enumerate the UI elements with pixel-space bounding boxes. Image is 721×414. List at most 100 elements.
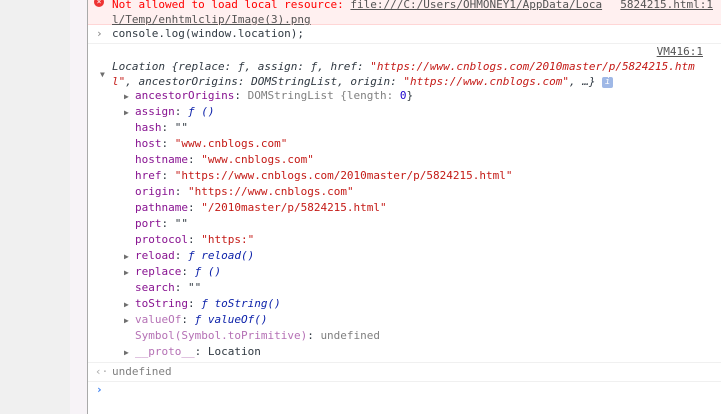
expand-triangle-icon[interactable]: ▶ xyxy=(124,249,135,265)
colon: : xyxy=(161,217,175,230)
colon: : xyxy=(194,345,208,358)
error-icon: × xyxy=(94,0,104,7)
prop-value: ƒ toString() xyxy=(201,297,281,310)
prop-key: pathname xyxy=(135,201,188,214)
expand-triangle-icon[interactable]: ▼ xyxy=(100,67,111,83)
colon: : xyxy=(187,233,202,246)
result-text: undefined xyxy=(112,365,172,378)
colon: : xyxy=(174,185,188,198)
prop-valueOf[interactable]: ▶ valueOf: ƒ valueOf() xyxy=(124,312,267,329)
prop-value: "https:" xyxy=(201,233,255,246)
command-text: console.log(window.location); xyxy=(112,27,305,40)
prop-hash: hash: "" xyxy=(135,120,188,136)
prop-assign[interactable]: ▶ assign: ƒ () xyxy=(124,104,215,121)
prop-value: "/2010master/p/5824215.html" xyxy=(201,201,387,214)
info-icon[interactable]: i xyxy=(602,76,614,88)
error-url-link-cont[interactable]: l/Temp/enhtmlclip/Image(3).png xyxy=(112,13,311,26)
prop-key: ancestorOrigins xyxy=(135,89,235,102)
prop-key: search xyxy=(135,281,175,294)
prop-reload[interactable]: ▶ reload: ƒ reload() xyxy=(124,248,254,265)
prop-value: "https://www.cnblogs.com/2010master/p/58… xyxy=(174,169,513,182)
summary-href-cont: l" xyxy=(112,75,126,88)
prop-key: reload xyxy=(135,249,175,262)
prop-ancestorOrigins[interactable]: ▶ ancestorOrigins: DOMStringList {length:… xyxy=(124,88,413,105)
summary-origin: "https://www.cnblogs.com" xyxy=(403,75,569,88)
prop-key: __proto__ xyxy=(135,345,195,358)
prop-key: toString xyxy=(135,297,188,310)
prompt-chevron-icon: › xyxy=(96,383,103,396)
colon: : xyxy=(187,153,202,166)
prop-value: "www.cnblogs.com" xyxy=(201,153,314,166)
colon: : xyxy=(161,137,175,150)
prop-symbol: Symbol(Symbol.toPrimitive): undefined xyxy=(135,328,380,344)
prop-value: "" xyxy=(174,121,188,134)
colon: : xyxy=(181,265,195,278)
location-summary[interactable]: ▼ Location {replace: ƒ, assign: ƒ, href:… xyxy=(100,59,695,79)
prop-value: ƒ reload() xyxy=(188,249,255,262)
error-text: Not allowed to load local resource: xyxy=(112,0,344,11)
expand-triangle-icon[interactable]: ▶ xyxy=(124,345,135,361)
colon: : xyxy=(174,281,188,294)
expand-triangle-icon[interactable]: ▶ xyxy=(124,313,135,329)
console-input[interactable] xyxy=(112,382,721,398)
colon: : xyxy=(174,249,188,262)
divider xyxy=(88,43,721,44)
prop-port: port: "" xyxy=(135,216,188,232)
prop-value: ƒ () xyxy=(194,265,222,278)
expand-triangle-icon[interactable]: ▶ xyxy=(124,89,135,105)
expand-triangle-icon[interactable]: ▶ xyxy=(124,297,135,313)
prop-origin: origin: "https://www.cnblogs.com" xyxy=(135,184,354,200)
prop-host: host: "www.cnblogs.com" xyxy=(135,136,287,152)
prop-href: href: "https://www.cnblogs.com/2010maste… xyxy=(135,168,513,184)
error-message: × Not allowed to load local resource: fi… xyxy=(88,0,721,26)
prop-value: "" xyxy=(188,281,202,294)
summary-suffix: , …} xyxy=(568,75,596,88)
left-panel xyxy=(0,0,70,414)
prop-end: } xyxy=(406,89,414,102)
prop-key: port xyxy=(135,217,162,230)
gutter xyxy=(70,0,88,414)
prop-value: DOMStringList {length: xyxy=(247,89,400,102)
divider xyxy=(88,362,721,363)
prop-key: protocol xyxy=(135,233,188,246)
prop-key: Symbol(Symbol.toPrimitive) xyxy=(135,329,308,342)
summary-prefix: Location {replace: ƒ, assign: ƒ, href: xyxy=(112,60,371,73)
vm-source-link[interactable]: VM416:1 xyxy=(657,44,703,60)
colon: : xyxy=(234,89,248,102)
error-url-link[interactable]: file:///C:/Users/OHMONEY1/AppData/Loca xyxy=(350,0,602,11)
prop-value: "" xyxy=(174,217,188,230)
expand-triangle-icon[interactable]: ▶ xyxy=(124,265,135,281)
prop-num: 0 xyxy=(399,89,407,102)
colon: : xyxy=(307,329,321,342)
colon: : xyxy=(174,105,188,118)
prop-proto[interactable]: ▶ __proto__: Location xyxy=(124,344,261,361)
prop-protocol: protocol: "https:" xyxy=(135,232,254,248)
expand-triangle-icon[interactable]: ▶ xyxy=(124,105,135,121)
summary-href: "https://www.cnblogs.com/2010master/p/58… xyxy=(370,60,695,73)
prop-replace[interactable]: ▶ replace: ƒ () xyxy=(124,264,221,281)
prop-key: hash xyxy=(135,121,162,134)
prop-hostname: hostname: "www.cnblogs.com" xyxy=(135,152,314,168)
prop-key: valueOf xyxy=(135,313,182,326)
prop-key: href xyxy=(135,169,162,182)
console-panel: × Not allowed to load local resource: fi… xyxy=(88,0,721,414)
colon: : xyxy=(187,201,202,214)
input-chevron-icon: › xyxy=(96,27,103,40)
prop-search: search: "" xyxy=(135,280,201,296)
prop-key: host xyxy=(135,137,162,150)
prop-value: ƒ () xyxy=(188,105,215,118)
summary-mid: , ancestorOrigins: DOMStringList, origin… xyxy=(125,75,404,88)
prop-key: hostname xyxy=(135,153,188,166)
colon: : xyxy=(161,169,175,182)
colon: : xyxy=(181,313,195,326)
prop-key: origin xyxy=(135,185,175,198)
colon: : xyxy=(161,121,175,134)
prop-key: replace xyxy=(135,265,182,278)
prop-toString[interactable]: ▶ toString: ƒ toString() xyxy=(124,296,281,313)
colon: : xyxy=(187,297,202,310)
return-arrow-icon: ‹· xyxy=(95,365,109,378)
prop-value: "https://www.cnblogs.com" xyxy=(188,185,354,198)
error-source-link[interactable]: 5824215.html:1 xyxy=(620,0,713,11)
prop-value: undefined xyxy=(320,329,381,342)
prop-value: Location xyxy=(207,345,261,358)
